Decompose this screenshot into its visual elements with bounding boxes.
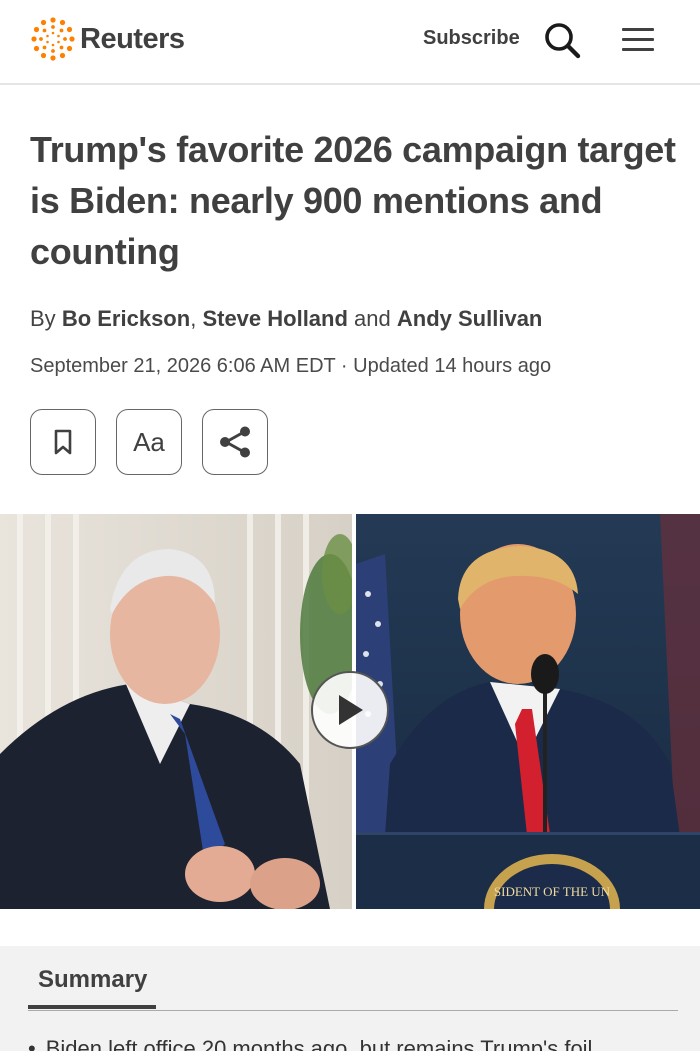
summary-list-item: Biden left office 20 months ago, but rem… — [28, 1036, 593, 1051]
share-icon — [220, 426, 250, 458]
text-size-button[interactable]: Aa — [116, 409, 182, 475]
bookmark-icon — [54, 429, 72, 455]
tab-summary[interactable]: Summary — [38, 966, 147, 994]
article-dateline: September 21, 2026 6:06 AM EDT · Updated… — [30, 355, 552, 377]
search-icon[interactable] — [543, 22, 583, 60]
bookmark-button[interactable] — [30, 409, 96, 475]
author-link[interactable]: Bo Erickson — [62, 306, 190, 331]
article-video[interactable]: SIDENT OF THE UN — [0, 514, 700, 909]
author-link[interactable]: Andy Sullivan — [397, 306, 542, 331]
article-headline: Trump's favorite 2026 campaign target is… — [30, 129, 676, 272]
seal-text: SIDENT OF THE UN — [494, 884, 611, 899]
play-icon — [339, 695, 363, 725]
brand-name: Reuters — [80, 22, 185, 55]
subscribe-link[interactable]: Subscribe — [423, 27, 520, 50]
reuters-logo[interactable]: Reuters — [30, 16, 185, 62]
hamburger-menu-icon[interactable] — [622, 28, 654, 52]
site-header: Reuters Subscribe — [0, 0, 700, 85]
tab-underline — [28, 1005, 156, 1009]
author-link[interactable]: Steve Holland — [202, 306, 347, 331]
article-tools: Aa — [30, 409, 268, 475]
byline: By Bo Erickson, Steve Holland and Andy S… — [30, 306, 542, 332]
divider — [28, 1010, 678, 1011]
byline-separator: , — [190, 306, 197, 331]
text-size-label: Aa — [133, 426, 165, 457]
byline-prefix: By — [30, 306, 56, 331]
play-button[interactable] — [311, 671, 389, 749]
share-button[interactable] — [202, 409, 268, 475]
reuters-logo-mark-icon — [31, 17, 75, 61]
byline-separator: and — [354, 306, 391, 331]
